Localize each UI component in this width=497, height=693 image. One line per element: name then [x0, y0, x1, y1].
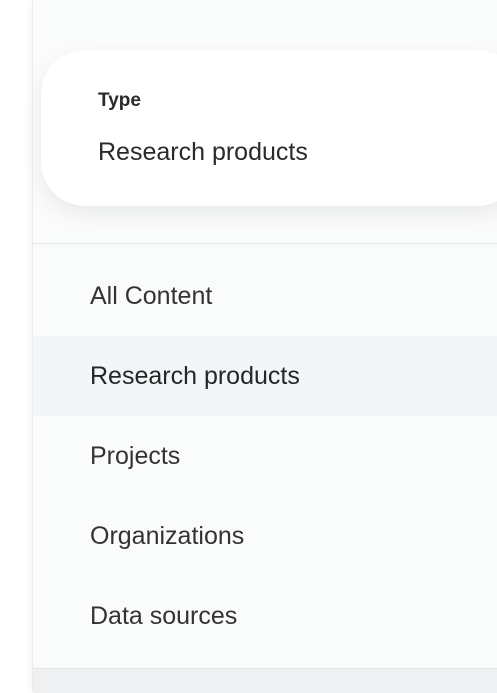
option-organizations[interactable]: Organizations	[33, 496, 497, 576]
option-all-content[interactable]: All Content	[33, 256, 497, 336]
option-label: All Content	[90, 281, 213, 310]
screen: Type Research products All Content Resea…	[0, 0, 497, 693]
panel-footer	[33, 668, 497, 693]
type-selector-label: Type	[98, 90, 141, 111]
option-label: Data sources	[90, 601, 238, 630]
option-label: Research products	[90, 361, 300, 390]
type-options-list: All Content Research products Projects O…	[33, 256, 497, 656]
type-dropdown-panel: Type Research products All Content Resea…	[32, 0, 497, 693]
option-data-sources[interactable]: Data sources	[33, 576, 497, 656]
type-selector[interactable]: Type Research products	[41, 50, 497, 206]
option-research-products[interactable]: Research products	[33, 336, 497, 416]
option-label: Projects	[90, 441, 181, 470]
option-projects[interactable]: Projects	[33, 416, 497, 496]
type-selector-value: Research products	[98, 138, 308, 166]
divider	[33, 243, 497, 244]
option-label: Organizations	[90, 521, 245, 550]
